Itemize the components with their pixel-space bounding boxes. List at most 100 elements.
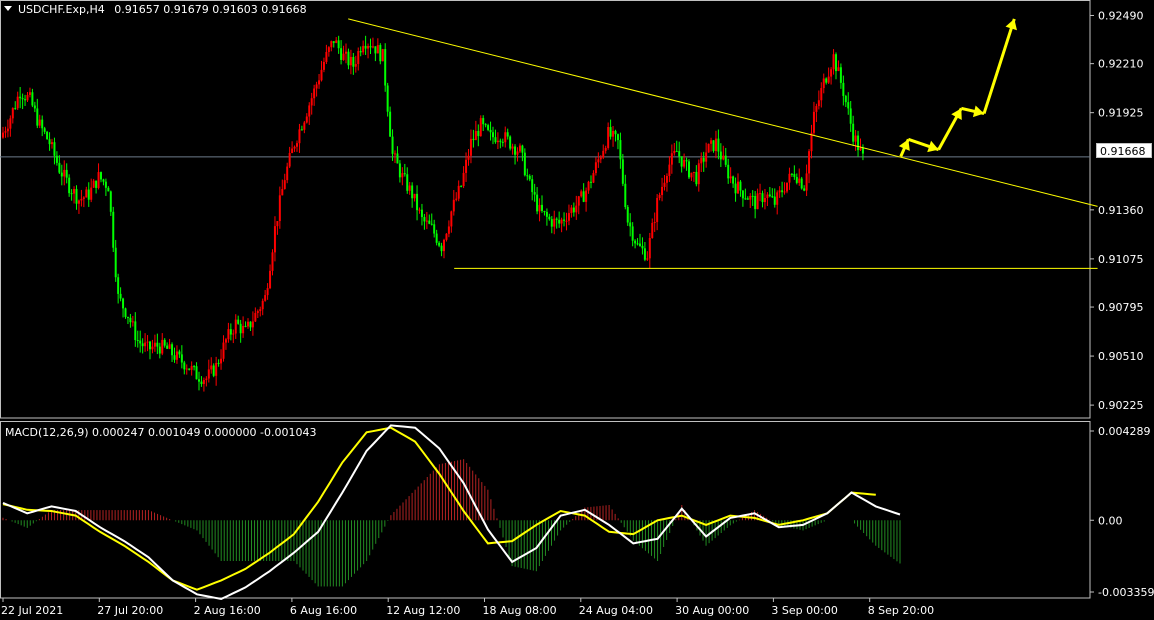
candle-body (570, 207, 573, 214)
candle-body (492, 132, 494, 138)
candle-body (394, 153, 396, 155)
candle-body (273, 226, 276, 253)
candle-body (746, 198, 749, 200)
candle-body (300, 129, 303, 131)
candle-body (685, 160, 688, 162)
candle-body (134, 321, 137, 341)
candle-body (565, 220, 568, 222)
candle-body (825, 78, 828, 83)
candle-body (310, 98, 313, 106)
candle-body (222, 342, 225, 359)
candle-body (369, 46, 372, 48)
candle-body (543, 210, 546, 212)
macd-pane (2, 424, 901, 600)
candle-body (335, 40, 338, 43)
candle-body (555, 218, 558, 220)
price-axis-label: 0.92210 (1098, 58, 1144, 71)
candle-body (278, 195, 281, 222)
candle-body (14, 108, 17, 110)
candle-body (244, 325, 247, 327)
candle-body (276, 221, 279, 227)
time-axis-label: 2 Aug 16:00 (194, 604, 261, 617)
candle-body (256, 311, 259, 314)
candle-body (345, 51, 347, 54)
candle-body (227, 329, 230, 340)
candle-body (479, 118, 482, 137)
trendlines (348, 18, 1098, 269)
candle-body (803, 188, 806, 191)
candle-body (504, 132, 507, 143)
candle-body (756, 193, 759, 210)
candle-body (683, 160, 686, 167)
candle-body (354, 64, 357, 67)
candle-body (77, 200, 80, 204)
candle-body (653, 222, 656, 224)
candle-body (119, 293, 122, 299)
candle-body (349, 56, 352, 66)
candle-body (697, 163, 700, 185)
candle-body (313, 88, 316, 99)
candle-body (183, 362, 186, 370)
candle-body (357, 51, 360, 65)
candle-body (560, 219, 563, 224)
candle-body (607, 127, 610, 148)
candle-body (531, 179, 534, 193)
candle-body (87, 189, 90, 200)
candle-body (403, 173, 406, 175)
candle-body (396, 153, 399, 164)
candle-body (229, 329, 232, 335)
candle-body (303, 122, 306, 130)
candle-body (465, 159, 468, 173)
candle-body (288, 153, 291, 167)
candle-body (430, 223, 433, 225)
candle-body (541, 204, 543, 211)
candle-body (523, 152, 526, 176)
candle-body (651, 222, 654, 239)
candle-body (418, 209, 421, 211)
price-axis-label: 0.90225 (1098, 399, 1144, 412)
dropdown-triangle-icon[interactable] (4, 6, 12, 11)
candle-body (178, 351, 181, 355)
candle-body (411, 185, 414, 199)
candle-body (188, 368, 191, 370)
time-axis-label: 24 Aug 04:00 (579, 604, 653, 617)
candle-body (33, 105, 36, 109)
candle-body (440, 245, 443, 252)
candle-body (207, 369, 210, 379)
candle-body (599, 157, 602, 160)
candle-body (51, 142, 53, 145)
candle-body (75, 188, 78, 204)
candle-body (641, 245, 644, 249)
candle-body (251, 321, 254, 328)
candle-body (739, 181, 742, 191)
candle-body (281, 188, 284, 196)
time-axis-label: 30 Aug 00:00 (675, 604, 749, 617)
candle-body (171, 344, 174, 356)
candle-body (381, 49, 384, 62)
candle-body (705, 152, 708, 162)
candle-body (193, 366, 196, 368)
candle-body (342, 53, 345, 60)
candle-body (452, 199, 455, 212)
candle-body (761, 193, 764, 203)
candle-body (337, 40, 340, 49)
candle-body (800, 178, 803, 189)
candle-body (408, 185, 411, 191)
candle-body (460, 185, 463, 187)
candle-body (60, 172, 63, 177)
candle-body (842, 82, 845, 96)
candle-body (511, 146, 514, 149)
candle-body (168, 344, 171, 349)
candle-body (16, 96, 19, 109)
candle-body (737, 181, 739, 194)
candle-body (254, 313, 257, 322)
candle-body (751, 195, 754, 197)
candle-body (639, 243, 641, 246)
time-axis-label: 22 Jul 2021 (1, 604, 63, 617)
candle-body (563, 219, 566, 221)
candle-body (538, 204, 541, 212)
candle-body (95, 180, 98, 188)
time-axis-label: 3 Sep 00:00 (771, 604, 837, 617)
candle-body (602, 150, 605, 158)
candle-body (9, 118, 12, 129)
